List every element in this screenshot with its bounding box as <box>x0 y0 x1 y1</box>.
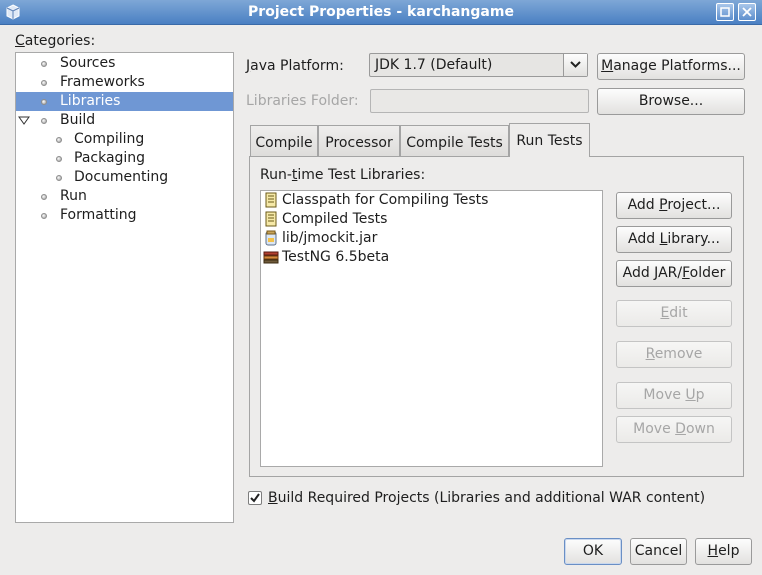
tree-item-compiling[interactable]: Compiling <box>16 130 233 149</box>
jar-classpath-icon <box>265 192 277 208</box>
build-required-checkbox[interactable] <box>248 491 262 505</box>
tree-item-libraries[interactable]: Libraries <box>16 92 233 111</box>
remove-button[interactable]: Remove <box>616 341 732 368</box>
list-item[interactable]: Classpath for Compiling Tests <box>261 191 602 210</box>
tree-item-build[interactable]: Build <box>16 111 233 130</box>
tree-item-formatting[interactable]: Formatting <box>16 206 233 225</box>
bullet-icon <box>56 156 62 162</box>
browse-button[interactable]: Browse... <box>597 88 745 115</box>
libraries-folder-field <box>370 89 589 113</box>
cancel-button[interactable]: Cancel <box>630 538 687 565</box>
close-button[interactable] <box>738 3 756 21</box>
bullet-icon <box>41 99 47 105</box>
bullet-icon <box>56 137 62 143</box>
tree-item-packaging[interactable]: Packaging <box>16 149 233 168</box>
list-item[interactable]: lib/jmockit.jar <box>261 229 602 248</box>
restore-icon <box>720 7 730 17</box>
tree-item-sources[interactable]: Sources <box>16 54 233 73</box>
runtime-test-libraries-list[interactable]: Classpath for Compiling Tests Compiled T… <box>260 190 603 467</box>
build-required-label[interactable]: Build Required Projects (Libraries and a… <box>268 490 705 506</box>
tab-processor[interactable]: Processor <box>318 125 400 157</box>
tab-compile[interactable]: Compile <box>250 125 318 157</box>
bullet-icon <box>56 175 62 181</box>
move-down-button[interactable]: Move Down <box>616 416 732 443</box>
tree-item-run[interactable]: Run <box>16 187 233 206</box>
edit-button[interactable]: Edit <box>616 300 732 327</box>
add-library-button[interactable]: Add Library... <box>616 226 732 253</box>
java-platform-select[interactable]: JDK 1.7 (Default) <box>369 53 588 77</box>
bullet-icon <box>41 194 47 200</box>
compiled-tests-icon <box>265 211 277 227</box>
java-platform-value: JDK 1.7 (Default) <box>375 57 493 73</box>
tree-item-documenting[interactable]: Documenting <box>16 168 233 187</box>
move-up-button[interactable]: Move Up <box>616 382 732 409</box>
add-jar-folder-button[interactable]: Add JAR/Folder <box>616 260 732 287</box>
bullet-icon <box>41 118 47 124</box>
java-platform-dropdown-button[interactable] <box>563 54 587 76</box>
tree-item-frameworks[interactable]: Frameworks <box>16 73 233 92</box>
manage-platforms-button[interactable]: Manage Platforms... <box>597 53 745 80</box>
tab-run-tests[interactable]: Run Tests <box>509 123 590 157</box>
list-item[interactable]: Compiled Tests <box>261 210 602 229</box>
title-bar[interactable]: Project Properties - karchangame <box>0 0 762 25</box>
bullet-icon <box>41 213 47 219</box>
add-project-button[interactable]: Add Project... <box>616 192 732 219</box>
checkmark-icon <box>250 493 260 503</box>
restore-button[interactable] <box>716 3 734 21</box>
jar-file-icon <box>265 230 277 246</box>
chevron-down-icon <box>570 61 581 68</box>
categories-tree[interactable]: Sources Frameworks Libraries Build Compi… <box>15 52 234 523</box>
tab-compile-tests[interactable]: Compile Tests <box>400 125 509 157</box>
library-books-icon <box>263 251 279 264</box>
expander-down-icon[interactable] <box>18 116 30 126</box>
bullet-icon <box>41 61 47 67</box>
ok-button[interactable]: OK <box>564 538 622 565</box>
close-icon <box>742 7 752 17</box>
libraries-folder-label: Libraries Folder: <box>246 93 359 109</box>
window-title: Project Properties - karchangame <box>248 4 514 20</box>
list-item[interactable]: TestNG 6.5beta <box>261 248 602 267</box>
help-button[interactable]: Help <box>695 538 752 565</box>
categories-label: Categories: <box>15 33 96 49</box>
java-platform-label: Java Platform: <box>246 58 344 74</box>
runtime-test-libraries-label: Run-time Test Libraries: <box>260 167 426 183</box>
bullet-icon <box>41 80 47 86</box>
